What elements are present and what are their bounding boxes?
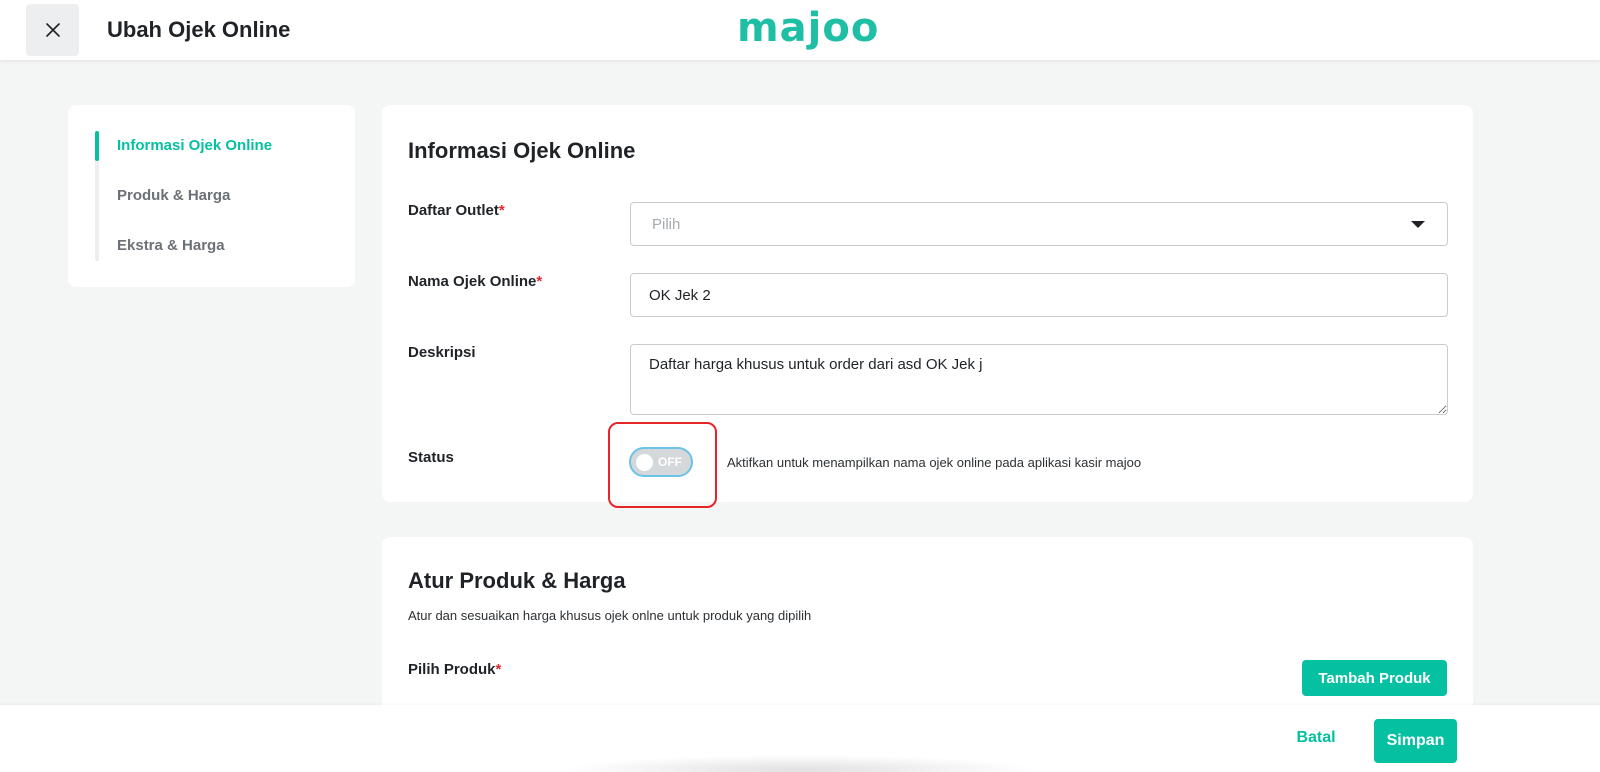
product-section-title: Atur Produk & Harga xyxy=(408,568,626,593)
select-product-label: Pilih Produk* xyxy=(408,661,501,678)
status-help-text: Aktifkan untuk menampilkan nama ojek onl… xyxy=(727,455,1142,470)
cancel-button[interactable]: Batal xyxy=(1286,720,1346,756)
logo-text: majoo xyxy=(737,5,880,51)
close-button[interactable] xyxy=(26,4,79,56)
save-button[interactable]: Simpan xyxy=(1374,719,1457,763)
majoo-logo: majoo xyxy=(737,6,879,50)
top-bar: Ubah Ojek Online majoo xyxy=(0,0,1600,60)
toggle-knob xyxy=(636,454,653,471)
chevron-down-icon xyxy=(1411,221,1425,228)
page-title: Ubah Ojek Online xyxy=(107,17,291,42)
name-label-text: Nama Ojek Online xyxy=(408,273,537,290)
description-label: Deskripsi xyxy=(408,344,476,361)
outlet-label-text: Daftar Outlet xyxy=(408,202,499,219)
nav-item-ekstra-harga[interactable]: Ekstra & Harga xyxy=(117,237,225,254)
required-mark: * xyxy=(536,273,543,290)
name-label: Nama Ojek Online* xyxy=(408,273,542,290)
info-card: Informasi Ojek Online Daftar Outlet* Pil… xyxy=(382,105,1473,508)
outlet-label: Daftar Outlet* xyxy=(408,202,505,219)
footer-bar: Batal Simpan xyxy=(0,705,1600,772)
description-textarea[interactable]: Daftar harga khusus untuk order dari asd… xyxy=(630,344,1448,415)
required-mark: * xyxy=(495,661,502,678)
section-nav: Informasi Ojek Online Produk & Harga Eks… xyxy=(68,105,355,287)
close-icon xyxy=(45,23,60,37)
select-product-label-text: Pilih Produk xyxy=(408,661,496,678)
footer-shadow xyxy=(560,755,1040,772)
outlet-select[interactable]: Pilih xyxy=(630,202,1448,246)
status-label: Status xyxy=(408,449,454,466)
required-mark: * xyxy=(498,202,505,219)
add-product-button[interactable]: Tambah Produk xyxy=(1302,660,1447,696)
outlet-select-placeholder: Pilih xyxy=(652,216,681,233)
toggle-state-text: OFF xyxy=(658,455,682,469)
nav-active-indicator xyxy=(95,131,99,161)
info-section-title: Informasi Ojek Online xyxy=(408,138,636,163)
nav-item-produk-harga[interactable]: Produk & Harga xyxy=(117,187,230,204)
name-input[interactable] xyxy=(630,273,1448,317)
product-section-subtitle: Atur dan sesuaikan harga khusus ojek onl… xyxy=(408,608,812,623)
status-toggle[interactable]: OFF xyxy=(629,447,693,477)
nav-item-informasi[interactable]: Informasi Ojek Online xyxy=(117,137,272,154)
